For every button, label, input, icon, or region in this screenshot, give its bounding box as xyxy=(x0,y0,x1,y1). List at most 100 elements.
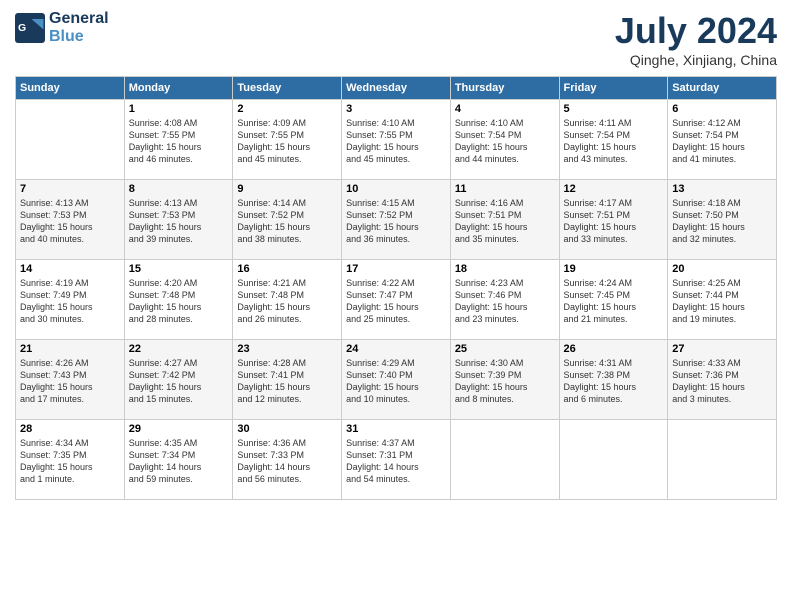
weekday-header-saturday: Saturday xyxy=(668,77,777,100)
calendar-cell: 19 Sunrise: 4:24 AM Sunset: 7:45 PM Dayli… xyxy=(559,260,668,340)
day-info: Sunrise: 4:26 AM Sunset: 7:43 PM Dayligh… xyxy=(20,357,120,406)
day-number: 7 xyxy=(20,183,120,195)
calendar-table: SundayMondayTuesdayWednesdayThursdayFrid… xyxy=(15,76,777,500)
day-number: 17 xyxy=(346,263,446,275)
calendar-cell: 29Sunrise: 4:35 AM Sunset: 7:34 PM Dayli… xyxy=(124,420,233,500)
day-info: Sunrise: 4:30 AM Sunset: 7:39 PM Dayligh… xyxy=(455,357,555,406)
day-info: Sunrise: 4:08 AM Sunset: 7:55 PM Dayligh… xyxy=(129,117,229,166)
day-number: 27 xyxy=(672,343,772,355)
day-number: 28 xyxy=(20,423,120,435)
day-info: Sunrise: 4:37 AM Sunset: 7:31 PM Dayligh… xyxy=(346,437,446,486)
calendar-cell: 4 Sunrise: 4:10 AM Sunset: 7:54 PM Daylig… xyxy=(450,100,559,180)
weekday-header-row: SundayMondayTuesdayWednesdayThursdayFrid… xyxy=(16,77,777,100)
calendar-week-5: 28 Sunrise: 4:34 AM Sunset: 7:35 PM Dayli… xyxy=(16,420,777,500)
day-info: Sunrise: 4:29 AM Sunset: 7:40 PM Dayligh… xyxy=(346,357,446,406)
weekday-header-thursday: Thursday xyxy=(450,77,559,100)
calendar-cell: 13Sunrise: 4:18 AM Sunset: 7:50 PM Dayli… xyxy=(668,180,777,260)
day-number: 11 xyxy=(455,183,555,195)
calendar-week-3: 14 Sunrise: 4:19 AM Sunset: 7:49 PM Dayli… xyxy=(16,260,777,340)
calendar-cell: 27 Sunrise: 4:33 AM Sunset: 7:36 PM Dayli… xyxy=(668,340,777,420)
header: G General Blue July 2024 Qinghe, Xinjian… xyxy=(15,10,777,68)
calendar-cell: 17Sunrise: 4:22 AM Sunset: 7:47 PM Dayli… xyxy=(342,260,451,340)
day-info: Sunrise: 4:09 AM Sunset: 7:55 PM Dayligh… xyxy=(237,117,337,166)
calendar-cell: 16 Sunrise: 4:21 AM Sunset: 7:48 PM Dayli… xyxy=(233,260,342,340)
weekday-header-wednesday: Wednesday xyxy=(342,77,451,100)
day-number: 30 xyxy=(237,423,337,435)
day-number: 12 xyxy=(564,183,664,195)
weekday-header-monday: Monday xyxy=(124,77,233,100)
day-info: Sunrise: 4:36 AM Sunset: 7:33 PM Dayligh… xyxy=(237,437,337,486)
calendar-cell: 5Sunrise: 4:11 AM Sunset: 7:54 PM Daylig… xyxy=(559,100,668,180)
weekday-header-tuesday: Tuesday xyxy=(233,77,342,100)
location: Qinghe, Xinjiang, China xyxy=(615,52,777,68)
day-info: Sunrise: 4:24 AM Sunset: 7:45 PM Dayligh… xyxy=(564,277,664,326)
day-number: 9 xyxy=(237,183,337,195)
calendar-cell: 24 Sunrise: 4:29 AM Sunset: 7:40 PM Dayli… xyxy=(342,340,451,420)
day-info: Sunrise: 4:18 AM Sunset: 7:50 PM Dayligh… xyxy=(672,197,772,246)
calendar-week-2: 7 Sunrise: 4:13 AM Sunset: 7:53 PM Daylig… xyxy=(16,180,777,260)
day-info: Sunrise: 4:16 AM Sunset: 7:51 PM Dayligh… xyxy=(455,197,555,246)
day-number: 26 xyxy=(564,343,664,355)
day-number: 14 xyxy=(20,263,120,275)
day-info: Sunrise: 4:14 AM Sunset: 7:52 PM Dayligh… xyxy=(237,197,337,246)
day-info: Sunrise: 4:10 AM Sunset: 7:54 PM Dayligh… xyxy=(455,117,555,166)
day-info: Sunrise: 4:28 AM Sunset: 7:41 PM Dayligh… xyxy=(237,357,337,406)
day-info: Sunrise: 4:15 AM Sunset: 7:52 PM Dayligh… xyxy=(346,197,446,246)
calendar-cell: 6 Sunrise: 4:12 AM Sunset: 7:54 PM Daylig… xyxy=(668,100,777,180)
day-info: Sunrise: 4:19 AM Sunset: 7:49 PM Dayligh… xyxy=(20,277,120,326)
day-number: 16 xyxy=(237,263,337,275)
day-info: Sunrise: 4:20 AM Sunset: 7:48 PM Dayligh… xyxy=(129,277,229,326)
calendar-cell: 3 Sunrise: 4:10 AM Sunset: 7:55 PM Daylig… xyxy=(342,100,451,180)
calendar-cell: 31 Sunrise: 4:37 AM Sunset: 7:31 PM Dayli… xyxy=(342,420,451,500)
calendar-cell: 30 Sunrise: 4:36 AM Sunset: 7:33 PM Dayli… xyxy=(233,420,342,500)
logo-text: General Blue xyxy=(49,10,109,45)
calendar-cell: 14 Sunrise: 4:19 AM Sunset: 7:49 PM Dayli… xyxy=(16,260,125,340)
day-number: 20 xyxy=(672,263,772,275)
calendar-cell: 22 Sunrise: 4:27 AM Sunset: 7:42 PM Dayli… xyxy=(124,340,233,420)
calendar-cell: 15 Sunrise: 4:20 AM Sunset: 7:48 PM Dayli… xyxy=(124,260,233,340)
calendar-cell: 28 Sunrise: 4:34 AM Sunset: 7:35 PM Dayli… xyxy=(16,420,125,500)
calendar-cell: 7 Sunrise: 4:13 AM Sunset: 7:53 PM Daylig… xyxy=(16,180,125,260)
day-number: 4 xyxy=(455,103,555,115)
day-number: 18 xyxy=(455,263,555,275)
logo-icon: G xyxy=(15,13,45,43)
svg-text:G: G xyxy=(18,22,26,34)
day-info: Sunrise: 4:11 AM Sunset: 7:54 PM Dayligh… xyxy=(564,117,664,166)
calendar-cell: 1Sunrise: 4:08 AM Sunset: 7:55 PM Daylig… xyxy=(124,100,233,180)
calendar-cell xyxy=(668,420,777,500)
day-info: Sunrise: 4:10 AM Sunset: 7:55 PM Dayligh… xyxy=(346,117,446,166)
day-info: Sunrise: 4:33 AM Sunset: 7:36 PM Dayligh… xyxy=(672,357,772,406)
calendar-week-1: 1Sunrise: 4:08 AM Sunset: 7:55 PM Daylig… xyxy=(16,100,777,180)
calendar-cell: 2 Sunrise: 4:09 AM Sunset: 7:55 PM Daylig… xyxy=(233,100,342,180)
calendar-cell xyxy=(450,420,559,500)
day-number: 21 xyxy=(20,343,120,355)
day-number: 31 xyxy=(346,423,446,435)
day-number: 2 xyxy=(237,103,337,115)
day-number: 25 xyxy=(455,343,555,355)
day-info: Sunrise: 4:35 AM Sunset: 7:34 PM Dayligh… xyxy=(129,437,229,486)
day-info: Sunrise: 4:12 AM Sunset: 7:54 PM Dayligh… xyxy=(672,117,772,166)
day-info: Sunrise: 4:34 AM Sunset: 7:35 PM Dayligh… xyxy=(20,437,120,486)
calendar-cell xyxy=(559,420,668,500)
day-info: Sunrise: 4:27 AM Sunset: 7:42 PM Dayligh… xyxy=(129,357,229,406)
calendar-cell xyxy=(16,100,125,180)
day-number: 19 xyxy=(564,263,664,275)
day-number: 6 xyxy=(672,103,772,115)
day-number: 3 xyxy=(346,103,446,115)
day-number: 22 xyxy=(129,343,229,355)
calendar-cell: 8Sunrise: 4:13 AM Sunset: 7:53 PM Daylig… xyxy=(124,180,233,260)
calendar-cell: 21 Sunrise: 4:26 AM Sunset: 7:43 PM Dayli… xyxy=(16,340,125,420)
calendar-week-4: 21 Sunrise: 4:26 AM Sunset: 7:43 PM Dayli… xyxy=(16,340,777,420)
title-area: July 2024 Qinghe, Xinjiang, China xyxy=(615,10,777,68)
day-info: Sunrise: 4:21 AM Sunset: 7:48 PM Dayligh… xyxy=(237,277,337,326)
day-info: Sunrise: 4:13 AM Sunset: 7:53 PM Dayligh… xyxy=(20,197,120,246)
calendar-cell: 9 Sunrise: 4:14 AM Sunset: 7:52 PM Daylig… xyxy=(233,180,342,260)
day-info: Sunrise: 4:17 AM Sunset: 7:51 PM Dayligh… xyxy=(564,197,664,246)
day-number: 15 xyxy=(129,263,229,275)
calendar-cell: 26Sunrise: 4:31 AM Sunset: 7:38 PM Dayli… xyxy=(559,340,668,420)
day-info: Sunrise: 4:13 AM Sunset: 7:53 PM Dayligh… xyxy=(129,197,229,246)
day-info: Sunrise: 4:25 AM Sunset: 7:44 PM Dayligh… xyxy=(672,277,772,326)
month-title: July 2024 xyxy=(615,10,777,52)
calendar-cell: 20 Sunrise: 4:25 AM Sunset: 7:44 PM Dayli… xyxy=(668,260,777,340)
day-number: 24 xyxy=(346,343,446,355)
